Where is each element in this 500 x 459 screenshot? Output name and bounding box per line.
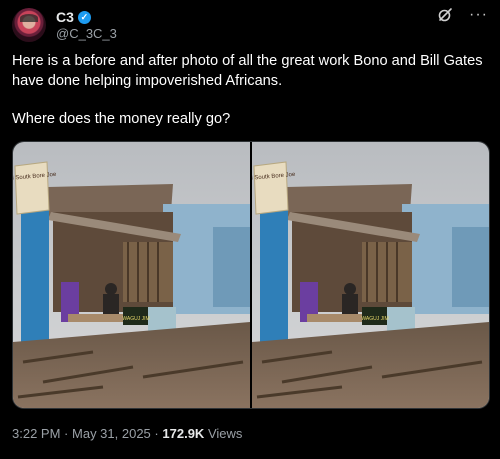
tweet-actions-top: ··· bbox=[437, 6, 488, 24]
grok-icon[interactable] bbox=[437, 7, 453, 23]
meta-separator: · bbox=[154, 426, 159, 441]
tweet-paragraph: Where does the money really go? bbox=[12, 111, 231, 127]
tweet-timestamp: 3:22 PM · May 31, 2025 · 172.9K Views bbox=[12, 426, 242, 441]
avatar[interactable] bbox=[12, 8, 46, 42]
views-label: Views bbox=[207, 426, 243, 441]
media-container[interactable]: Nil Soutk Bore Joe WAGUJ JIM bbox=[12, 141, 490, 409]
meta-separator: · bbox=[64, 426, 69, 441]
tweet-paragraph: Here is a before and after photo of all … bbox=[12, 53, 483, 89]
author-handle[interactable]: @C_3C_3 bbox=[56, 26, 117, 41]
author-display-name[interactable]: C3 bbox=[56, 9, 74, 25]
verified-badge-icon[interactable]: ✓ bbox=[77, 10, 91, 24]
photo-banner-text: WAGUJ JIM bbox=[122, 316, 149, 322]
more-options-icon[interactable]: ··· bbox=[469, 6, 488, 24]
tweet-text: Here is a before and after photo of all … bbox=[12, 52, 488, 130]
author-name-row[interactable]: C3 ✓ bbox=[56, 9, 91, 25]
tweet-time[interactable]: 3:22 PM bbox=[12, 426, 60, 441]
photo-before[interactable]: Nil Soutk Bore Joe WAGUJ JIM bbox=[13, 142, 250, 408]
photo-after[interactable]: Nil Soutk Bore Joe WAGUJ JIM bbox=[252, 142, 489, 408]
tweet-date[interactable]: May 31, 2025 bbox=[72, 426, 151, 441]
photo-banner-text: WAGUJ JIM bbox=[361, 316, 388, 322]
views-count[interactable]: 172.9K bbox=[162, 426, 204, 441]
